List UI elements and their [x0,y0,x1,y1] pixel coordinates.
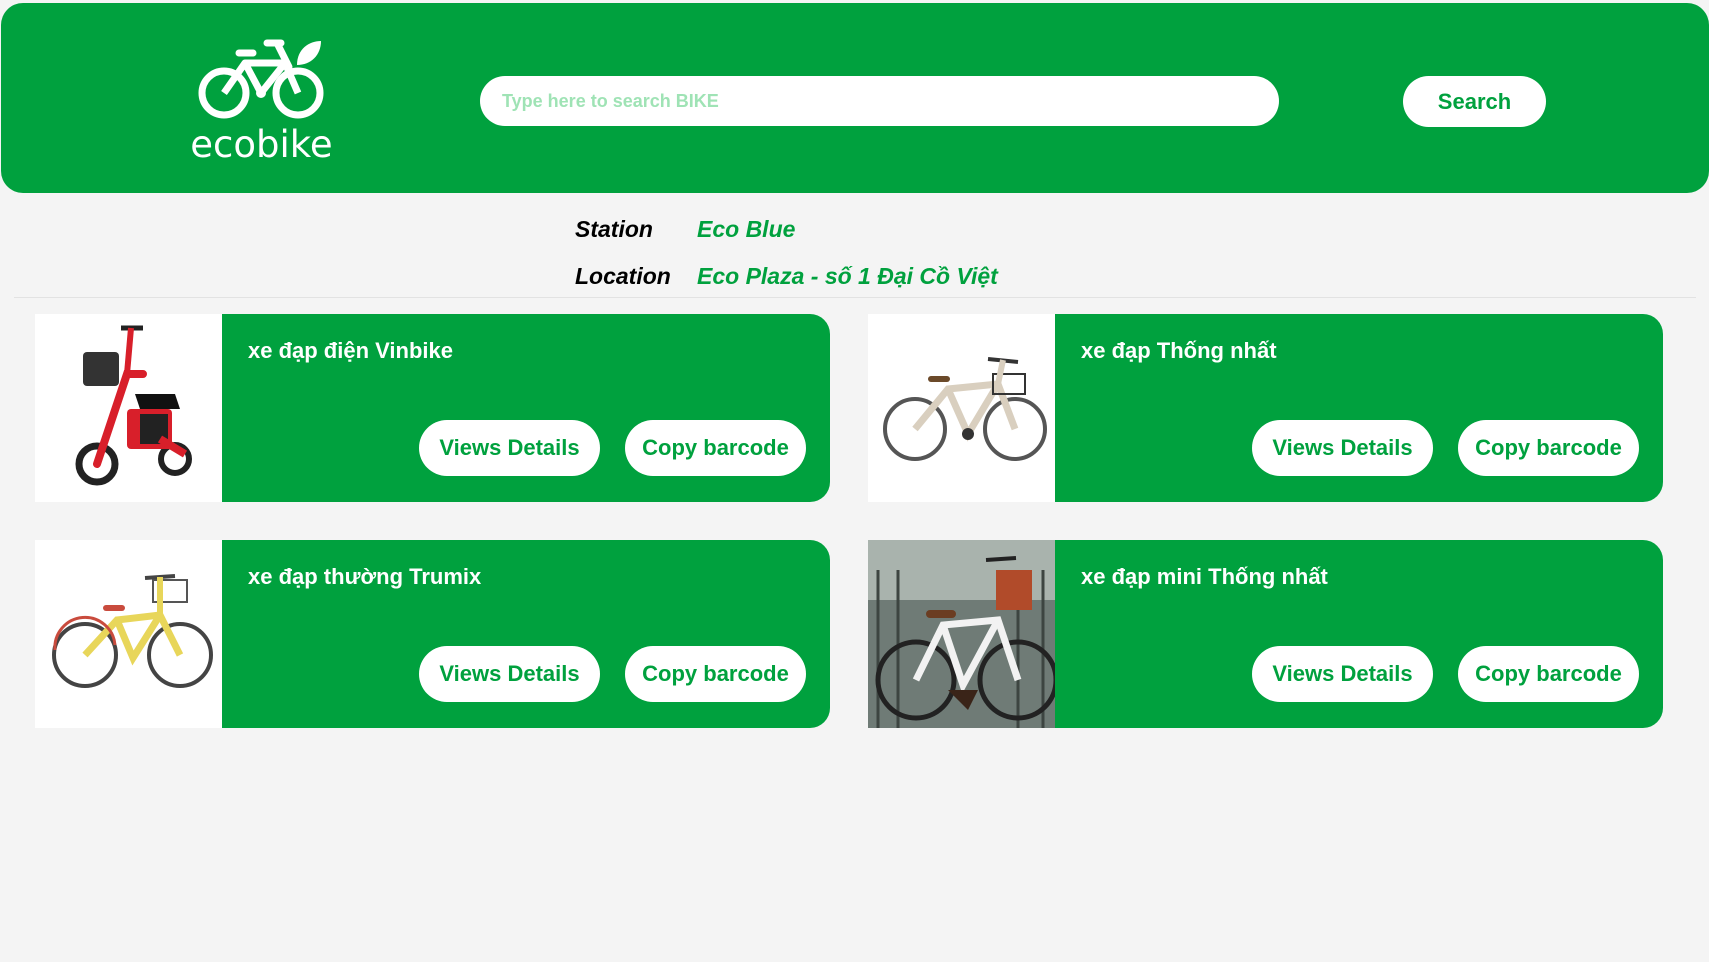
station-row: Station Eco Blue [575,206,998,253]
station-info: Station Eco Blue Location Eco Plaza - số… [575,206,998,300]
station-label: Station [575,216,653,242]
ecobike-logo[interactable]: ecobike [179,31,344,171]
search-input[interactable] [480,76,1279,126]
location-value: Eco Plaza - số 1 Đại Cồ Việt [697,263,998,289]
location-row: Location Eco Plaza - số 1 Đại Cồ Việt [575,253,998,300]
copy-barcode-button[interactable]: Copy barcode [1458,420,1639,476]
header-bar: ecobike Search [1,3,1709,193]
view-details-button[interactable]: Views Details [419,646,600,702]
bike-name: xe đạp Thống nhất [1081,338,1277,363]
electric-bike-image [35,314,222,502]
location-label: Location [575,263,671,289]
mini-bike-photo [868,540,1055,728]
bike-card: xe đạp Thống nhất Views Details Copy bar… [868,314,1663,502]
bike-card: xe đạp mini Thống nhất Views Details Cop… [868,540,1663,728]
station-value: Eco Blue [697,216,796,242]
copy-barcode-button[interactable]: Copy barcode [1458,646,1639,702]
view-details-button[interactable]: Views Details [419,420,600,476]
bike-card: xe đạp thường Trumix Views Details Copy … [35,540,830,728]
logo-text: ecobike [190,123,333,166]
bike-name: xe đạp mini Thống nhất [1081,564,1328,589]
city-bike-image [868,314,1055,502]
app-window: ecobike Search Station Eco Blue Location… [0,0,1709,962]
copy-barcode-button[interactable]: Copy barcode [625,420,806,476]
view-details-button[interactable]: Views Details [1252,420,1433,476]
bike-name: xe đạp thường Trumix [248,564,482,589]
bicycle-leaf-icon [198,39,324,119]
search-button[interactable]: Search [1403,76,1546,127]
bike-name: xe đạp điện Vinbike [248,338,453,363]
bike-list: xe đạp điện Vinbike Views Details Copy b… [14,298,1696,962]
copy-barcode-button[interactable]: Copy barcode [625,646,806,702]
view-details-button[interactable]: Views Details [1252,646,1433,702]
kids-bike-image [35,540,222,728]
bike-card: xe đạp điện Vinbike Views Details Copy b… [35,314,830,502]
